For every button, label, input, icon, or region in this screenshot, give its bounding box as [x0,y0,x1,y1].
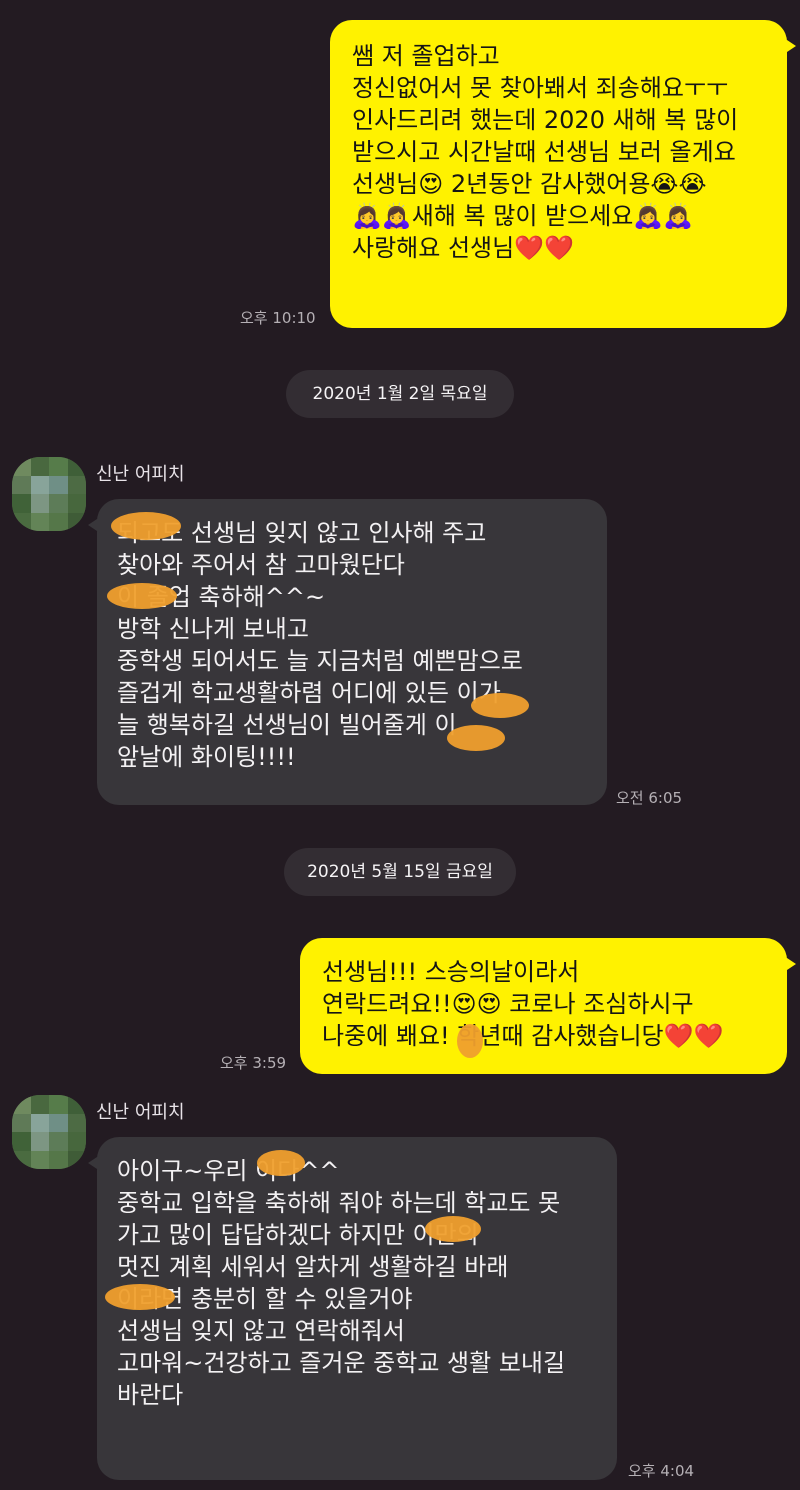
avatar-tile [12,475,31,494]
redaction-mark [447,725,505,751]
message-line: 선생님 잊지 않고 연락해줘서 [117,1317,405,1345]
avatar-tile [67,1113,86,1132]
message-line: 인사드리려 했는데 2020 새해 복 많이 [352,106,739,134]
message-line: 고마워~건강하고 즐거운 중학교 생활 보내길 [117,1349,566,1377]
redaction-mark [425,1216,481,1242]
message-line: 되고도 선생님 잊지 않고 인사해 주고 [117,519,487,547]
avatar-tile [30,512,49,531]
message-line: 가고 많이 답답하겠다 하지만 이만의 [117,1221,479,1249]
redaction-mark [471,693,529,718]
redaction-mark [257,1150,305,1176]
message-line: 사랑해요 선생님❤️❤️ [352,234,574,262]
chat-thread: 쌤 저 졸업하고 정신없어서 못 찾아봬서 죄송해요ㅜㅜ 인사드리려 했는데 2… [0,0,800,1490]
avatar-tile [30,1113,49,1132]
avatar-tile [67,475,86,494]
message-line: 앞날에 화이팅!!!! [117,743,296,771]
message-timestamp: 오후 4:04 [628,1462,695,1480]
message-line: 이 졸업 축하해^^~ [117,583,326,611]
avatar-tile [67,1150,86,1169]
profile-avatar[interactable] [12,457,86,531]
avatar-tile [12,1150,31,1169]
profile-avatar[interactable] [12,1095,86,1169]
avatar-tile [12,1095,31,1114]
avatar-tile [30,494,49,513]
message-line: 중학교 입학을 축하해 줘야 하는데 학교도 못 [117,1189,561,1217]
avatar-tile [12,1132,31,1151]
message-line: 이라면 충분히 할 수 있을거야 [117,1285,413,1313]
redaction-mark [107,583,177,609]
message-bubble-outgoing-2[interactable]: 선생님!!! 스승의날이라서 연락드려요!!😍😍 코로나 조심하시구 나중에 봬… [300,938,796,1074]
message-line: 중학생 되어서도 늘 지금처럼 예쁜맘으로 [117,647,523,675]
message-line: 정신없어서 못 찾아봬서 죄송해요ㅜㅜ [352,74,729,102]
avatar-tile [49,512,68,531]
message-line: 방학 신나게 보내고 [117,615,309,643]
redaction-mark [457,1024,483,1058]
date-divider: 2020년 1월 2일 목요일 [286,370,514,418]
message-line: 선생님!!! 스승의날이라서 [322,958,580,986]
avatar-tile [30,1095,49,1114]
message-line: 바란다 [117,1381,184,1409]
avatar-tile [30,457,49,476]
message-timestamp: 오후 3:59 [220,1054,287,1072]
avatar-tile [30,1150,49,1169]
message-line: 연락드려요!!😍😍 코로나 조심하시구 [322,990,694,1018]
redaction-mark [105,1284,175,1310]
avatar-tile [67,494,86,513]
avatar-tile [67,512,86,531]
avatar-tile [12,512,31,531]
message-line: 멋진 계획 세워서 알차게 생활하길 바래 [117,1253,509,1281]
sender-name: 신난 어피치 [96,1102,185,1123]
message-line: 쌤 저 졸업하고 [352,42,500,70]
avatar-tile [49,1113,68,1132]
message-line: 찾아와 주어서 참 고마웠단다 [117,551,405,579]
sender-name: 신난 어피치 [96,464,185,485]
avatar-tile [49,494,68,513]
avatar-tile [30,475,49,494]
avatar-tile [49,1132,68,1151]
avatar-tile [49,1150,68,1169]
message-timestamp: 오후 10:10 [240,309,316,327]
message-line: 🙇‍♀️🙇‍♀️새해 복 많이 받으세요🙇‍♀️🙇‍♀️ [352,202,694,230]
avatar-tile [49,1095,68,1114]
avatar-tile [67,1132,86,1151]
avatar-tile [67,1095,86,1114]
avatar-tile [12,457,31,476]
redaction-mark [111,512,181,540]
message-line: 나중에 봬요! 학년때 감사했습니당❤️❤️ [322,1022,724,1050]
message-line: 받으시고 시간날때 선생님 보러 올게요 [352,138,736,166]
avatar-tile [67,457,86,476]
avatar-tile [12,494,31,513]
message-bubble-outgoing-1[interactable]: 쌤 저 졸업하고 정신없어서 못 찾아봬서 죄송해요ㅜㅜ 인사드리려 했는데 2… [330,20,796,328]
avatar-tile [30,1132,49,1151]
avatar-tile [49,457,68,476]
message-line: 아이구~우리 이다^^ [117,1157,340,1185]
message-line: 선생님😍 2년동안 감사했어용😭😭 [352,170,707,198]
message-bubble-incoming-1[interactable]: 되고도 선생님 잊지 않고 인사해 주고 찾아와 주어서 참 고마웠단다 이 졸… [88,499,607,805]
avatar-tile [12,1113,31,1132]
avatar-tile [49,475,68,494]
message-timestamp: 오전 6:05 [616,789,683,807]
date-divider: 2020년 5월 15일 금요일 [284,848,516,896]
message-bubble-incoming-2[interactable]: 아이구~우리 이다^^ 중학교 입학을 축하해 줘야 하는데 학교도 못 가고 … [88,1137,617,1480]
